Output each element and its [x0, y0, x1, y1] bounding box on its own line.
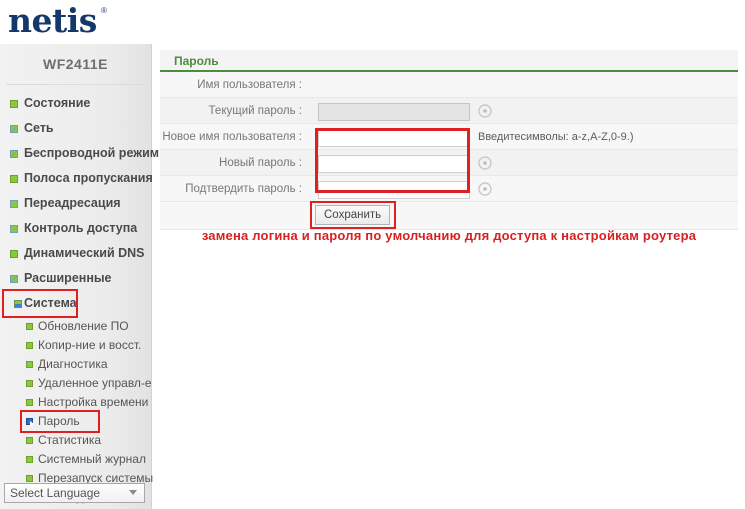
- trademark-mark: ®: [101, 6, 107, 15]
- submit-row: Сохранить: [160, 201, 738, 230]
- submenu-item-label: Системный журнал: [38, 452, 146, 466]
- sidebar-item-6[interactable]: Динамический DNS: [0, 241, 151, 266]
- sidebar-item-label: Состояние: [24, 96, 91, 110]
- bullet-icon: [26, 475, 33, 482]
- active-arrow-icon: [26, 418, 34, 427]
- form-row-label: Текущий пароль :: [208, 105, 302, 117]
- submenu-item-2[interactable]: Диагностика: [0, 355, 151, 374]
- bullet-icon: [10, 100, 18, 108]
- sidebar-item-7[interactable]: Расширенные: [0, 266, 151, 291]
- bullet-icon: [26, 342, 33, 349]
- bullet-icon: [26, 323, 33, 330]
- bullet-icon: [10, 275, 18, 283]
- show-password-eye-icon[interactable]: [478, 182, 492, 196]
- language-select[interactable]: Select Language: [4, 483, 145, 503]
- system-submenu: Обновление ПО Копир-ние и восст. Диагности…: [0, 317, 153, 509]
- input-field-2[interactable]: [318, 129, 470, 147]
- chevron-down-icon: [129, 490, 137, 495]
- router-model-title: WF2411E: [43, 56, 108, 72]
- bullet-icon: [10, 175, 18, 183]
- annotation-note: замена логина и пароля по умолчанию для …: [201, 228, 697, 243]
- form-row-label: Новый пароль :: [219, 157, 302, 169]
- sidebar-divider: [6, 84, 145, 85]
- bullet-icon: [26, 456, 33, 463]
- input-field-4[interactable]: [318, 181, 470, 199]
- submenu-item-label: Обновление ПО: [38, 319, 129, 333]
- sidebar: WF2411E Состояние Сеть Беспроводной режим П…: [0, 44, 159, 509]
- content-panel: Пароль Имя пользователя : Текущий пароль …: [160, 50, 738, 230]
- form-row-field: [318, 128, 470, 147]
- form-row-field: [318, 180, 470, 199]
- submenu-item-4[interactable]: Настройка времени: [0, 393, 151, 412]
- sidebar-item-2[interactable]: Беспроводной режим: [0, 141, 159, 166]
- bullet-icon: [10, 150, 18, 158]
- bullet-icon: [14, 300, 22, 308]
- sidebar-item-label: Беспроводной режим: [24, 146, 160, 160]
- sidebar-item-5[interactable]: Контроль доступа: [0, 216, 151, 241]
- submenu-item-7[interactable]: Системный журнал: [0, 450, 151, 469]
- form-row-2: Новое имя пользователя : Введитесимволы: …: [160, 124, 738, 150]
- form-row-4: Подтвердить пароль :: [160, 176, 738, 202]
- submenu-item-0[interactable]: Обновление ПО: [0, 317, 151, 336]
- bullet-icon: [26, 380, 33, 387]
- form-row-field: [318, 154, 470, 173]
- sidebar-item-3[interactable]: Полоса пропускания: [0, 166, 153, 191]
- sidebar-item-label: Сеть: [24, 121, 54, 135]
- submenu-item-label: Пароль: [38, 414, 80, 428]
- form-row-label: Подтвердить пароль :: [185, 183, 302, 195]
- input-field-1: [318, 103, 470, 121]
- submenu-item-5[interactable]: Пароль: [20, 410, 100, 433]
- bullet-icon: [10, 250, 18, 258]
- bullet-icon: [10, 225, 18, 233]
- logo-bar: netis ®: [0, 0, 745, 44]
- submenu-item-label: Диагностика: [38, 357, 108, 371]
- sidebar-item-1[interactable]: Сеть: [0, 116, 151, 141]
- bullet-icon: [10, 125, 18, 133]
- sidebar-item-label: Расширенные: [24, 271, 112, 285]
- bullet-icon: [26, 399, 33, 406]
- submenu-item-6[interactable]: Статистика: [0, 431, 151, 450]
- sidebar-item-label: Система: [24, 296, 77, 310]
- submenu-item-label: Удаленное управл-е: [38, 376, 152, 390]
- show-password-eye-icon[interactable]: [478, 104, 492, 118]
- form-row-field: [318, 102, 470, 121]
- sidebar-item-label: Полоса пропускания: [24, 171, 153, 185]
- show-password-eye-icon[interactable]: [478, 156, 492, 170]
- form-row-label: Новое имя пользователя :: [162, 131, 302, 143]
- sidebar-item-label: Контроль доступа: [24, 221, 138, 235]
- form-row-label: Имя пользователя :: [197, 79, 302, 91]
- form-row-0: Имя пользователя :: [160, 72, 738, 98]
- sidebar-item-label: Динамический DNS: [24, 246, 145, 260]
- password-form: Имя пользователя : Текущий пароль : Новое …: [160, 72, 738, 202]
- form-row-1: Текущий пароль :: [160, 98, 738, 124]
- submenu-item-label: Копир-ние и восст.: [38, 338, 142, 352]
- field-hint: Введитесимволы: a-z,A-Z,0-9.): [478, 131, 634, 143]
- sidebar-item-8[interactable]: Система: [2, 289, 78, 318]
- submenu-item-3[interactable]: Удаленное управл-е: [0, 374, 152, 393]
- sidebar-item-label: Переадресация: [24, 196, 121, 210]
- submenu-item-1[interactable]: Копир-ние и восст.: [0, 336, 151, 355]
- main-menu: Состояние Сеть Беспроводной режим Полоса пр…: [0, 91, 159, 318]
- bullet-icon: [26, 437, 33, 444]
- bullet-icon: [26, 361, 33, 368]
- sidebar-item-4[interactable]: Переадресация: [0, 191, 151, 216]
- submenu-item-label: Настройка времени: [38, 395, 149, 409]
- save-button[interactable]: Сохранить: [315, 205, 391, 225]
- form-row-3: Новый пароль :: [160, 150, 738, 176]
- input-field-3[interactable]: [318, 155, 470, 173]
- router-admin-page: netis ® WF2411E Состояние Сеть Беспроводно…: [0, 0, 745, 509]
- panel-title: Пароль: [160, 50, 738, 72]
- sidebar-item-0[interactable]: Состояние: [0, 91, 151, 116]
- netis-logo: netis: [8, 1, 97, 40]
- bullet-icon: [10, 200, 18, 208]
- language-select-value: Select Language: [10, 486, 101, 500]
- submenu-item-label: Статистика: [38, 433, 102, 447]
